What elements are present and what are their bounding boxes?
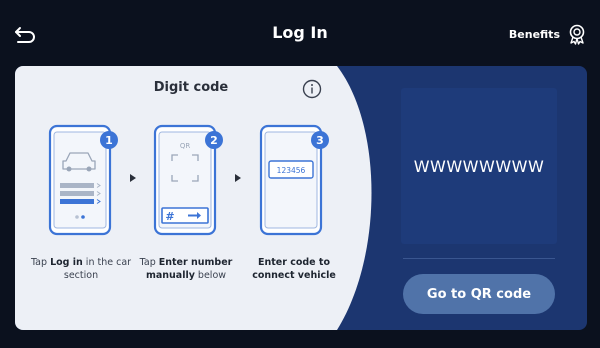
caption-text: Tap: [30, 257, 51, 268]
sample-code: 123456: [277, 166, 306, 175]
qr-label: QR: [180, 142, 191, 150]
header: Log In Benefits: [0, 0, 600, 64]
step-2-illustration: QR # 2: [152, 123, 224, 241]
section-title: Digit code: [153, 80, 229, 95]
award-icon: [569, 24, 585, 45]
step-1-illustration: 1: [47, 123, 119, 241]
benefits-button[interactable]: Benefits: [509, 22, 588, 46]
login-card: Digit code 1 QR # 2 123456 3 Tap Log in …: [15, 66, 587, 330]
step-2-caption: Tap Enter number manually below: [131, 256, 241, 282]
step-number: 2: [210, 134, 218, 147]
info-icon[interactable]: [302, 79, 322, 99]
caption-emphasis: Log in: [50, 257, 83, 268]
next-arrow-icon: [130, 174, 136, 182]
caption-emphasis: Enter code to connect vehicle: [252, 257, 336, 281]
step-number: 3: [316, 134, 324, 147]
step-number: 1: [105, 134, 113, 147]
caption-text: Tap: [139, 257, 159, 268]
step-3-illustration: 123456 3: [258, 123, 330, 241]
phone-car-login-icon: 1: [48, 124, 118, 236]
step-3-caption: Enter code to connect vehicle: [239, 256, 349, 282]
hash-label: #: [165, 210, 174, 223]
next-arrow-icon: [235, 174, 241, 182]
phone-code-entry-icon: 123456 3: [259, 124, 329, 236]
go-to-qr-code-button[interactable]: Go to QR code: [403, 274, 555, 314]
step-1-caption: Tap Log in in the car section: [26, 256, 136, 282]
divider: [403, 258, 555, 259]
caption-text: below: [194, 270, 227, 281]
benefits-label: Benefits: [508, 27, 560, 41]
digit-code-display: WWWWWWWW: [401, 88, 557, 244]
phone-qr-scan-icon: QR # 2: [153, 124, 223, 236]
